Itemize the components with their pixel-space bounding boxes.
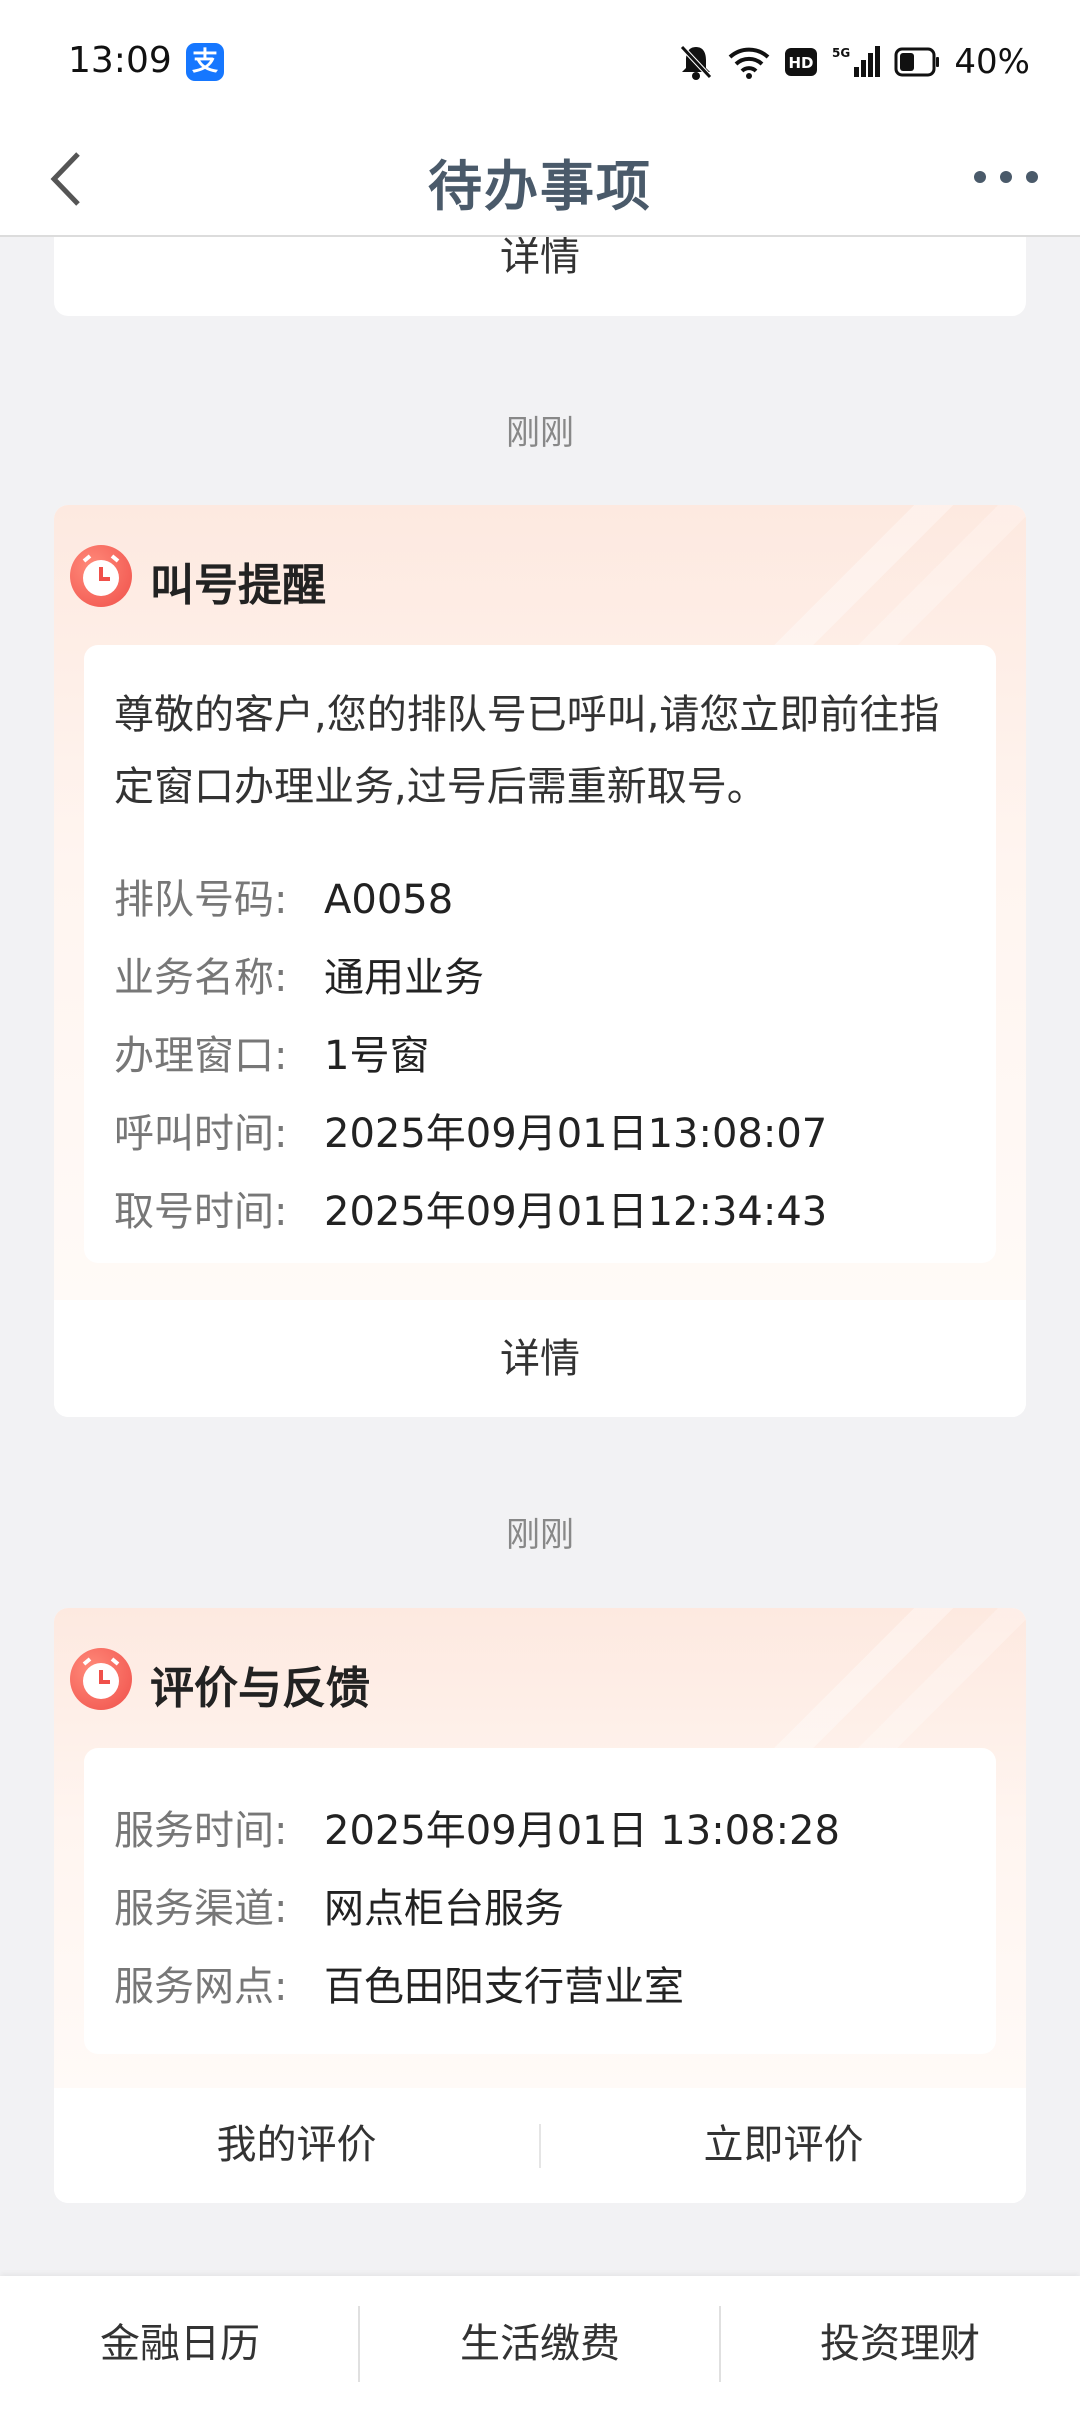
field-key: 呼叫时间: — [114, 1111, 288, 1157]
card-title: 叫号提醒 — [150, 560, 326, 611]
field-value: A0058 — [324, 877, 454, 923]
card-footer: 我的评价 立即评价 — [54, 2088, 1026, 2203]
review-now-button[interactable]: 立即评价 — [541, 2088, 1026, 2203]
field-key: 取号时间: — [114, 1189, 288, 1235]
detail-button[interactable]: 详情 — [54, 237, 1026, 287]
alarm-clock-icon — [70, 1648, 132, 1710]
my-review-button[interactable]: 我的评价 — [54, 2088, 539, 2203]
bell-off-icon — [680, 45, 713, 80]
field-ticket-time: 取号时间: 2025年09月01日12:34:43 — [114, 1179, 827, 1237]
nav-item-financial-calendar[interactable]: 金融日历 — [0, 2276, 360, 2412]
field-window: 办理窗口: 1号窗 — [114, 1023, 429, 1081]
card-title: 评价与反馈 — [150, 1663, 370, 1714]
field-value: 通用业务 — [324, 955, 484, 1001]
timestamp-label: 刚刚 — [506, 1515, 574, 1555]
field-service-time: 服务时间: 2025年09月01日 13:08:28 — [114, 1798, 840, 1856]
nav-item-investment[interactable]: 投资理财 — [720, 2276, 1080, 2412]
svg-text:HD: HD — [789, 54, 814, 72]
field-key: 服务时间: — [114, 1808, 288, 1854]
field-key: 办理窗口: — [114, 1033, 288, 1079]
bottom-nav: 金融日历 生活缴费 投资理财 — [0, 2276, 1080, 2412]
field-key: 服务网点: — [114, 1964, 288, 2010]
status-time: 13:09 — [68, 40, 172, 81]
card-partial: 详情 — [54, 237, 1026, 316]
detail-button[interactable]: 详情 — [54, 1302, 1026, 1417]
battery-icon — [894, 47, 940, 77]
field-key: 业务名称: — [114, 955, 288, 1001]
field-service-channel: 服务渠道: 网点柜台服务 — [114, 1876, 564, 1934]
feedback-card: 评价与反馈 服务时间: 2025年09月01日 13:08:28 服务渠道: 网点柜… — [54, 1608, 1026, 2203]
status-bar: 13:09 支 HD 5G 40% — [0, 0, 1080, 120]
field-queue-number: 排队号码: A0058 — [114, 867, 453, 925]
card-body: 尊敬的客户,您的排队号已呼叫,请您立即前往指定窗口办理业务,过号后需重新取号。 … — [84, 645, 996, 1263]
field-value: 2025年09月01日 13:08:28 — [324, 1808, 840, 1854]
field-value: 网点柜台服务 — [324, 1886, 564, 1932]
field-key: 服务渠道: — [114, 1886, 288, 1932]
hd-icon: HD — [785, 48, 818, 76]
alarm-clock-icon — [70, 545, 132, 607]
page-title: 待办事项 — [428, 155, 652, 218]
nav-item-life-payment[interactable]: 生活缴费 — [360, 2276, 720, 2412]
field-call-time: 呼叫时间: 2025年09月01日13:08:07 — [114, 1101, 827, 1159]
timestamp-label: 刚刚 — [506, 413, 574, 453]
svg-text:5G: 5G — [832, 46, 850, 60]
field-value: 2025年09月01日12:34:43 — [324, 1189, 828, 1235]
field-key: 排队号码: — [114, 877, 288, 923]
5g-signal-icon: 5G — [832, 46, 881, 77]
field-service-branch: 服务网点: 百色田阳支行营业室 — [114, 1954, 684, 2012]
field-business-name: 业务名称: 通用业务 — [114, 945, 484, 1003]
page-header: 待办事项 — [0, 120, 1080, 237]
card-body: 服务时间: 2025年09月01日 13:08:28 服务渠道: 网点柜台服务 服务… — [84, 1748, 996, 2054]
card-message: 尊敬的客户,您的排队号已呼叫,请您立即前往指定窗口办理业务,过号后需重新取号。 — [114, 692, 940, 810]
field-value: 百色田阳支行营业室 — [324, 1964, 684, 2010]
more-dots-icon[interactable] — [966, 152, 1046, 202]
queue-call-card: 叫号提醒 尊敬的客户,您的排队号已呼叫,请您立即前往指定窗口办理业务,过号后需重… — [54, 505, 1026, 1417]
card-footer: 详情 — [54, 1302, 1026, 1417]
status-icons: HD 5G 40% — [678, 40, 1030, 84]
alipay-icon: 支 — [186, 43, 224, 81]
battery-percent: 40% — [954, 42, 1030, 82]
field-value: 1号窗 — [324, 1033, 430, 1079]
field-value: 2025年09月01日13:08:07 — [324, 1111, 828, 1157]
wifi-icon — [729, 47, 770, 79]
